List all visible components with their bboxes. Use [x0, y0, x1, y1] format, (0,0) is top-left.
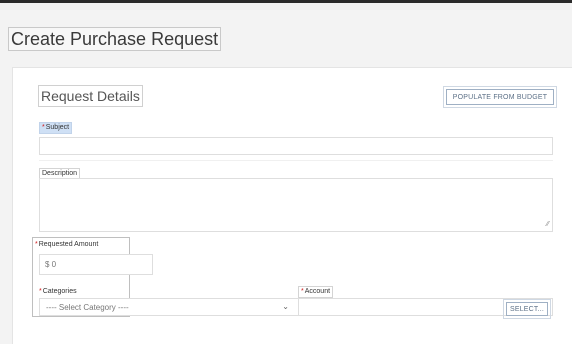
account-label-text: Account — [304, 288, 331, 295]
subject-label: * Subject — [39, 122, 73, 134]
populate-from-budget-button[interactable]: POPULATE FROM BUDGET — [443, 86, 557, 108]
category-selected: ---- Select Category ---- — [46, 302, 129, 312]
subject-input[interactable] — [39, 137, 553, 155]
divider — [39, 160, 553, 161]
requested-amount-label: * Requested Amount — [35, 240, 98, 250]
requested-amount-input[interactable]: $ 0 — [39, 254, 153, 275]
page-title: Create Purchase Request — [8, 27, 222, 51]
category-select[interactable]: ---- Select Category ---- ⌄ — [39, 298, 299, 316]
categories-label: * Categories — [39, 287, 77, 297]
account-select-button[interactable]: SELECT... — [503, 299, 551, 319]
requested-amount-value: $ 0 — [45, 260, 57, 269]
description-textarea[interactable]: ⁄⁄ — [39, 178, 553, 232]
section-title: Request Details — [38, 85, 143, 107]
required-marker: * — [39, 288, 42, 295]
required-marker: * — [35, 241, 38, 248]
account-label: * Account — [298, 286, 334, 298]
resize-grip-icon[interactable]: ⁄⁄ — [547, 221, 549, 228]
requested-amount-label-text: Requested Amount — [38, 241, 99, 248]
categories-label-text: Categories — [42, 288, 77, 295]
subject-label-text: Subject — [45, 124, 70, 131]
chevron-down-icon[interactable]: ⌄ — [282, 302, 289, 311]
top-border — [0, 0, 572, 3]
required-marker: * — [42, 124, 45, 131]
required-marker: * — [301, 288, 304, 295]
